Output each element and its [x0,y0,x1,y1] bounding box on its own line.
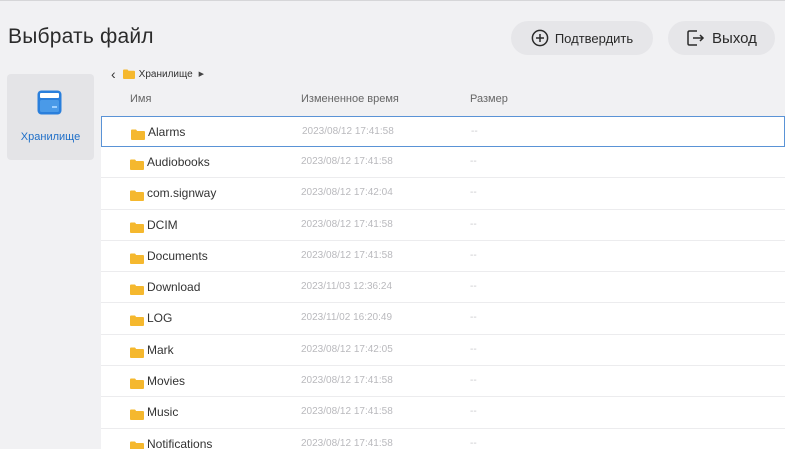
file-size: -- [470,437,477,449]
storage-icon [37,90,62,115]
file-modified: 2023/08/12 17:41:58 [301,375,393,387]
folder-icon [130,157,144,170]
folder-icon [130,345,144,358]
file-modified: 2023/08/12 17:41:58 [302,126,394,137]
file-size: -- [470,187,477,199]
file-name: com.signway [147,186,217,201]
folder-icon [130,220,144,233]
file-list: Alarms 2023/08/12 17:41:58 -- Audiobooks… [101,116,785,449]
file-modified: 2023/08/12 17:41:58 [301,249,393,261]
file-size: -- [470,218,477,230]
file-name: LOG [147,311,173,326]
plus-circle-icon [531,29,549,47]
file-name: DCIM [147,217,178,232]
folder-icon [122,69,135,79]
dialog-title: Выбрать файл [8,25,154,48]
table-row[interactable]: DCIM 2023/08/12 17:41:58 -- [101,209,785,241]
file-modified: 2023/11/03 12:36:24 [301,281,393,293]
file-name: Alarms [148,125,186,139]
file-modified: 2023/08/12 17:41:58 [301,437,393,449]
folder-icon [131,127,145,140]
folder-icon [130,313,144,327]
file-size: -- [470,406,477,418]
folder-icon [130,282,144,296]
file-size: -- [470,343,477,355]
file-name: Download [147,280,201,295]
table-row[interactable]: Documents 2023/08/12 17:41:58 -- [101,240,785,273]
column-header-size[interactable]: Размер [470,93,508,105]
file-size: -- [470,281,477,293]
file-name: Music [147,405,179,420]
folder-icon [130,376,144,390]
chevron-left-icon[interactable]: ‹ [111,67,116,81]
file-modified: 2023/11/02 16:20:49 [301,312,393,324]
sidebar-item-storage[interactable]: Хранилище [7,74,94,160]
file-name: Movies [147,374,186,389]
table-row[interactable]: Music 2023/08/12 17:41:58 -- [101,397,785,429]
folder-icon [130,407,144,421]
breadcrumb: ‹ Хранилище ▶ [111,66,204,82]
folder-icon [130,439,144,449]
file-size: -- [470,156,477,167]
exit-button[interactable]: Выход [668,21,775,55]
dialog-header: Выбрать файл Подтвердить Выход [0,1,785,63]
caret-right-icon: ▶ [198,71,205,78]
table-row[interactable]: Movies 2023/08/12 17:41:58 -- [101,366,785,398]
file-size: -- [470,375,477,387]
column-header-modified[interactable]: Измененное время [301,93,399,105]
file-name: Notifications [147,436,213,449]
file-name: Mark [147,342,174,357]
folder-icon [130,251,144,264]
confirm-button[interactable]: Подтвердить [511,21,653,55]
file-modified: 2023/08/12 17:42:04 [301,187,393,199]
exit-icon [686,29,706,47]
file-modified: 2023/08/12 17:41:58 [301,406,393,418]
file-modified: 2023/08/12 17:41:58 [301,218,393,230]
table-row[interactable]: Download 2023/11/03 12:36:24 -- [101,272,785,304]
table-row[interactable]: Notifications 2023/08/12 17:41:58 -- [101,428,785,449]
table-row[interactable]: Alarms 2023/08/12 17:41:58 -- [101,116,785,147]
confirm-button-label: Подтвердить [554,30,634,46]
folder-icon [130,188,144,202]
file-size: -- [471,126,478,137]
file-modified: 2023/08/12 17:42:05 [301,343,393,355]
file-name: Documents [147,248,208,263]
breadcrumb-path[interactable]: Хранилище [139,69,193,80]
file-size: -- [470,249,477,261]
table-row[interactable]: Audiobooks 2023/08/12 17:41:58 -- [101,147,785,179]
table-row[interactable]: LOG 2023/11/02 16:20:49 -- [101,303,785,335]
table-row[interactable]: Mark 2023/08/12 17:42:05 -- [101,334,785,367]
table-row[interactable]: com.signway 2023/08/12 17:42:04 -- [101,178,785,210]
file-name: Audiobooks [147,155,210,169]
column-header-name[interactable]: Имя [130,93,151,105]
exit-button-label: Выход [712,29,757,47]
file-modified: 2023/08/12 17:41:58 [301,156,393,167]
sidebar-item-label: Хранилище [20,131,81,143]
file-size: -- [470,312,477,324]
